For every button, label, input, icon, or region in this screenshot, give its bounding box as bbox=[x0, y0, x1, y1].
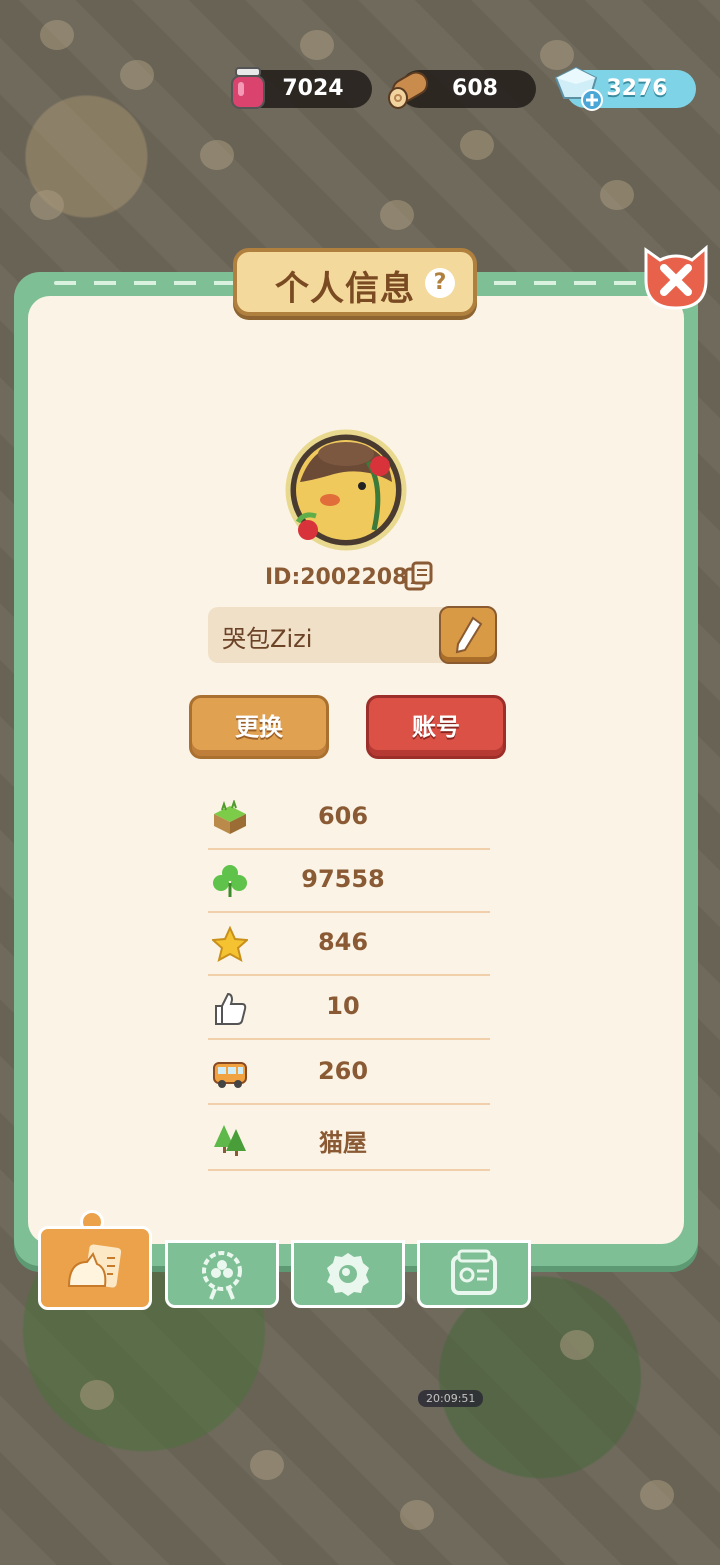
player-id: ID:20022087 bbox=[265, 565, 423, 590]
edit-nickname-button[interactable] bbox=[439, 606, 497, 664]
jam-count: 7024 bbox=[282, 76, 344, 101]
gem-count: 3276 bbox=[606, 76, 668, 101]
stat-value: 10 bbox=[326, 992, 360, 1020]
bus-icon bbox=[213, 1062, 247, 1088]
jam-jar-icon bbox=[231, 67, 265, 109]
stat-row-bus: 260 bbox=[208, 1043, 490, 1105]
stat-row-clover: 97558 bbox=[208, 851, 490, 913]
cat-card-icon bbox=[67, 1244, 122, 1288]
stat-row-likes: 10 bbox=[208, 978, 490, 1040]
stat-value: 猫屋 bbox=[319, 1129, 367, 1157]
wood-count: 608 bbox=[452, 76, 498, 101]
player-avatar[interactable] bbox=[284, 426, 412, 554]
profile-tab[interactable] bbox=[38, 1226, 152, 1310]
grass-block-icon bbox=[214, 800, 246, 834]
diamond-plus-icon[interactable] bbox=[548, 64, 604, 112]
stat-row-star: 846 bbox=[208, 914, 490, 976]
help-icon[interactable]: ? bbox=[425, 268, 455, 298]
clover-icon bbox=[213, 865, 247, 897]
thumbs-up-icon bbox=[215, 992, 247, 1025]
stat-value: 260 bbox=[317, 1057, 369, 1085]
trees-icon bbox=[214, 1125, 246, 1156]
stat-row-house: 猫屋 bbox=[208, 1109, 490, 1171]
clover-badge-icon bbox=[202, 1251, 242, 1300]
badge-tab[interactable] bbox=[165, 1240, 279, 1308]
wood-log-icon bbox=[388, 71, 429, 109]
nickname-text: 哭包Zizi bbox=[222, 625, 313, 653]
cookie-tab[interactable] bbox=[291, 1240, 405, 1308]
change-avatar-button[interactable]: 更换 bbox=[189, 695, 329, 759]
panel-title: 个人信息 bbox=[275, 269, 415, 309]
cookie-icon bbox=[327, 1253, 369, 1296]
pencil-icon bbox=[455, 616, 483, 654]
stat-row-grass: 606 bbox=[208, 788, 490, 850]
photo-album-icon bbox=[451, 1249, 497, 1295]
album-tab[interactable] bbox=[417, 1240, 531, 1308]
stat-value: 97558 bbox=[301, 865, 385, 893]
close-button[interactable] bbox=[638, 240, 714, 314]
copy-icon[interactable] bbox=[403, 561, 435, 591]
stat-value: 846 bbox=[317, 928, 369, 956]
panel-title-plaque: 个人信息 ? bbox=[233, 248, 477, 316]
stat-value: 606 bbox=[317, 802, 369, 830]
nickname-field[interactable]: 哭包Zizi bbox=[208, 607, 444, 663]
star-icon bbox=[212, 926, 248, 962]
account-button[interactable]: 账号 bbox=[366, 695, 506, 759]
